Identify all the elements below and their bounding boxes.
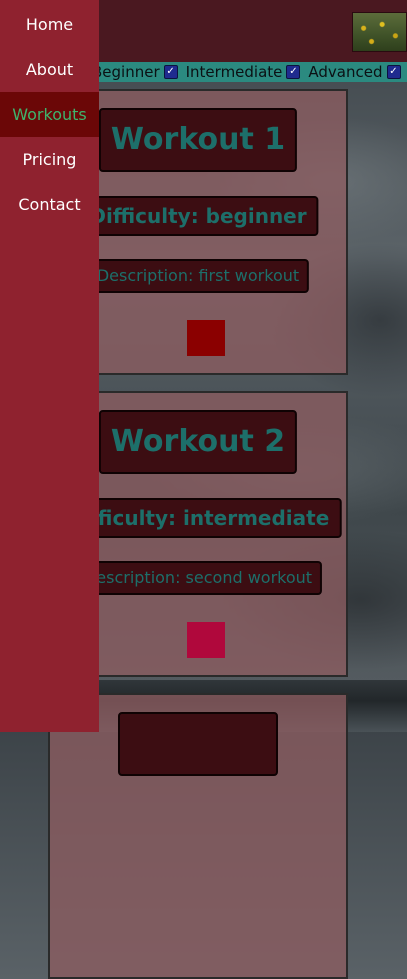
checkbox-checked-icon[interactable]: ✓ — [163, 65, 178, 79]
workout-color-swatch — [187, 622, 225, 658]
workout-card-partial — [48, 693, 348, 979]
workout-title-partial — [118, 712, 278, 776]
filter-label: Intermediate — [185, 63, 283, 81]
workout-title: Workout 1 — [98, 108, 298, 172]
checkbox-checked-icon[interactable]: ✓ — [386, 65, 401, 79]
sidebar-nav: Home About Workouts Pricing Contact — [0, 0, 99, 732]
checkbox-checked-icon[interactable]: ✓ — [286, 65, 301, 79]
filter-label: Advanced — [308, 63, 383, 81]
workout-title: Workout 2 — [98, 410, 298, 474]
nav-item-workouts[interactable]: Workouts — [0, 92, 99, 137]
nav-item-home[interactable]: Home — [0, 2, 99, 47]
workout-description: Description: second workout — [73, 561, 323, 595]
nav-item-about[interactable]: About — [0, 47, 99, 92]
header-image[interactable] — [352, 12, 407, 52]
filter-advanced[interactable]: Advanced ✓ — [308, 63, 401, 81]
workout-difficulty: Difficulty: beginner — [77, 196, 319, 236]
filter-label: Beginner — [92, 63, 160, 81]
nav-item-contact[interactable]: Contact — [0, 182, 99, 227]
nav-item-pricing[interactable]: Pricing — [0, 137, 99, 182]
workout-description: Description: first workout — [86, 259, 310, 293]
filter-intermediate[interactable]: Intermediate ✓ — [186, 63, 301, 81]
filter-beginner[interactable]: Beginner ✓ — [92, 63, 178, 81]
workout-color-swatch — [187, 320, 225, 356]
